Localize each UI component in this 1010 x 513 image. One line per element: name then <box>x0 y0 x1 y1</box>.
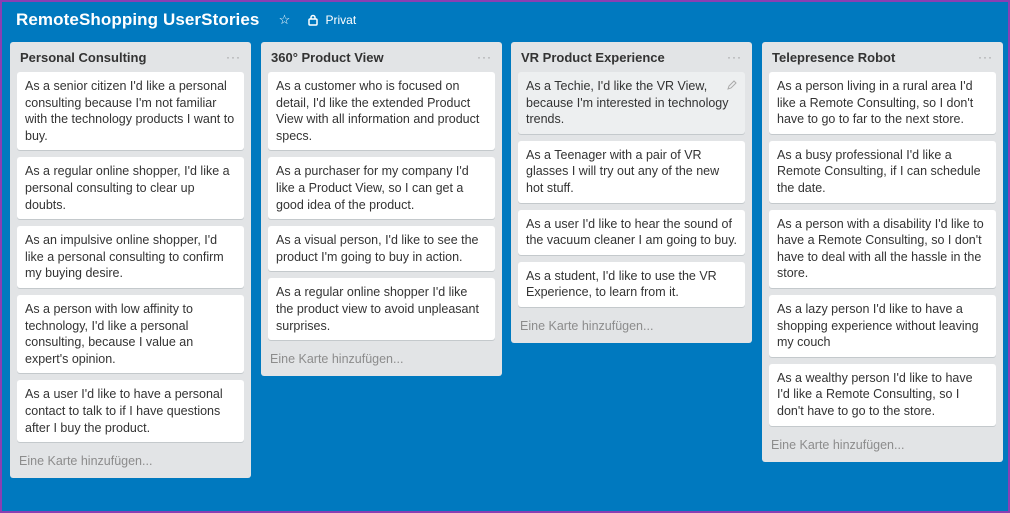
card[interactable]: As a senior citizen I'd like a personal … <box>17 72 244 151</box>
list-title[interactable]: Personal Consulting <box>20 50 146 65</box>
list-telepresence-robot: Telepresence Robot ··· As a person livin… <box>762 42 1003 462</box>
board-header: RemoteShopping UserStories ☆ Privat <box>2 2 1008 38</box>
add-card-button[interactable]: Eine Karte hinzufügen... <box>268 347 495 376</box>
ellipsis-icon[interactable]: ··· <box>226 51 241 63</box>
card[interactable]: As a regular online shopper I'd like the… <box>268 278 495 341</box>
card-text: As a Techie, I'd like the VR View, becau… <box>526 79 729 127</box>
list-personal-consulting: Personal Consulting ··· As a senior citi… <box>10 42 251 479</box>
card[interactable]: As a person living in a rural area I'd l… <box>769 72 996 134</box>
card[interactable]: As a Techie, I'd like the VR View, becau… <box>518 72 745 134</box>
ellipsis-icon[interactable]: ··· <box>978 51 993 63</box>
card[interactable]: As a customer who is focused on detail, … <box>268 72 495 151</box>
card[interactable]: As an impulsive online shopper, I'd like… <box>17 226 244 288</box>
card[interactable]: As a person with low affinity to technol… <box>17 294 244 374</box>
list-header[interactable]: 360° Product View ··· <box>268 42 495 72</box>
visibility-label: Privat <box>325 13 357 27</box>
card[interactable]: As a lazy person I'd like to have a shop… <box>769 294 996 357</box>
card[interactable]: As a person with a disability I'd like t… <box>769 209 996 288</box>
board-canvas: RemoteShopping UserStories ☆ Privat Pers… <box>2 2 1008 511</box>
list-header[interactable]: Personal Consulting ··· <box>17 42 244 72</box>
card[interactable]: As a regular online shopper, I'd like a … <box>17 157 244 220</box>
add-card-button[interactable]: Eine Karte hinzufügen... <box>17 449 244 478</box>
card[interactable]: As a visual person, I'd like to see the … <box>268 226 495 272</box>
card[interactable]: As a user I'd like to have a personal co… <box>17 380 244 443</box>
pencil-icon[interactable] <box>727 80 737 90</box>
list-title[interactable]: VR Product Experience <box>521 50 665 65</box>
board-title[interactable]: RemoteShopping UserStories <box>16 10 259 30</box>
visibility-button[interactable]: Privat <box>303 9 360 31</box>
card[interactable]: As a purchaser for my company I'd like a… <box>268 157 495 220</box>
list-title[interactable]: 360° Product View <box>271 50 384 65</box>
list-header[interactable]: VR Product Experience ··· <box>518 42 745 72</box>
list-vr-product-experience: VR Product Experience ··· As a Techie, I… <box>511 42 752 343</box>
card[interactable]: As a busy professional I'd like a Remote… <box>769 140 996 203</box>
add-card-button[interactable]: Eine Karte hinzufügen... <box>769 433 996 462</box>
ellipsis-icon[interactable]: ··· <box>477 51 492 63</box>
lists-container: Personal Consulting ··· As a senior citi… <box>10 42 1008 507</box>
add-card-button[interactable]: Eine Karte hinzufügen... <box>518 314 745 343</box>
card[interactable]: As a wealthy person I'd like to have I'd… <box>769 363 996 426</box>
lock-icon <box>308 14 319 26</box>
list-header[interactable]: Telepresence Robot ··· <box>769 42 996 72</box>
star-icon[interactable]: ☆ <box>275 11 293 29</box>
card[interactable]: As a student, I'd like to use the VR Exp… <box>518 261 745 307</box>
card[interactable]: As a user I'd like to hear the sound of … <box>518 209 745 255</box>
ellipsis-icon[interactable]: ··· <box>727 51 742 63</box>
list-360-product-view: 360° Product View ··· As a customer who … <box>261 42 502 377</box>
card[interactable]: As a Teenager with a pair of VR glasses … <box>518 140 745 203</box>
list-title[interactable]: Telepresence Robot <box>772 50 895 65</box>
